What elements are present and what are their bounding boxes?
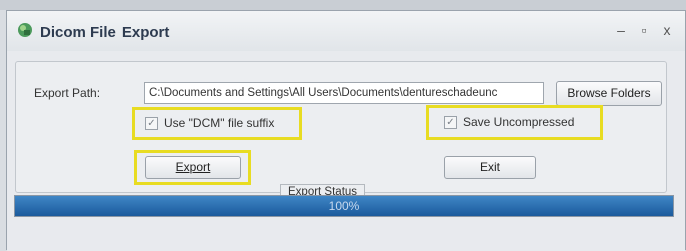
browse-folders-button[interactable]: Browse Folders — [556, 81, 662, 106]
save-uncompressed-checkbox[interactable]: ✓ Save Uncompressed — [444, 115, 574, 129]
window-title-dicom: Dicom File — [40, 24, 116, 41]
export-button[interactable]: Export — [145, 156, 241, 179]
export-panel: Export Path: C:\Documents and Settings\A… — [15, 61, 667, 193]
exit-button[interactable]: Exit — [444, 156, 536, 179]
dcm-suffix-checkbox[interactable]: ✓ Use "DCM" file suffix — [145, 116, 274, 130]
export-path-label: Export Path: — [34, 86, 101, 100]
close-button[interactable]: x — [659, 21, 675, 39]
window-title: Dicom File Export — [40, 24, 169, 41]
save-uncompressed-label: Save Uncompressed — [463, 115, 575, 129]
export-progress-bar: 100% — [14, 195, 674, 217]
dcm-suffix-label: Use "DCM" file suffix — [164, 116, 275, 130]
checkmark-icon: ✓ — [444, 115, 457, 129]
title-bar: Dicom File Export – ▫ x — [7, 11, 685, 51]
maximize-button[interactable]: ▫ — [636, 21, 652, 39]
checkmark-icon: ✓ — [145, 116, 158, 130]
background-strip — [0, 0, 686, 10]
window-client: Export Path: C:\Documents and Settings\A… — [7, 51, 685, 251]
progress-percent: 100% — [328, 199, 360, 213]
window-title-export: Export — [121, 24, 170, 41]
export-path-field[interactable]: C:\Documents and Settings\All Users\Docu… — [144, 82, 544, 104]
minimize-button[interactable]: – — [613, 21, 629, 39]
dicom-app-icon — [18, 23, 32, 37]
